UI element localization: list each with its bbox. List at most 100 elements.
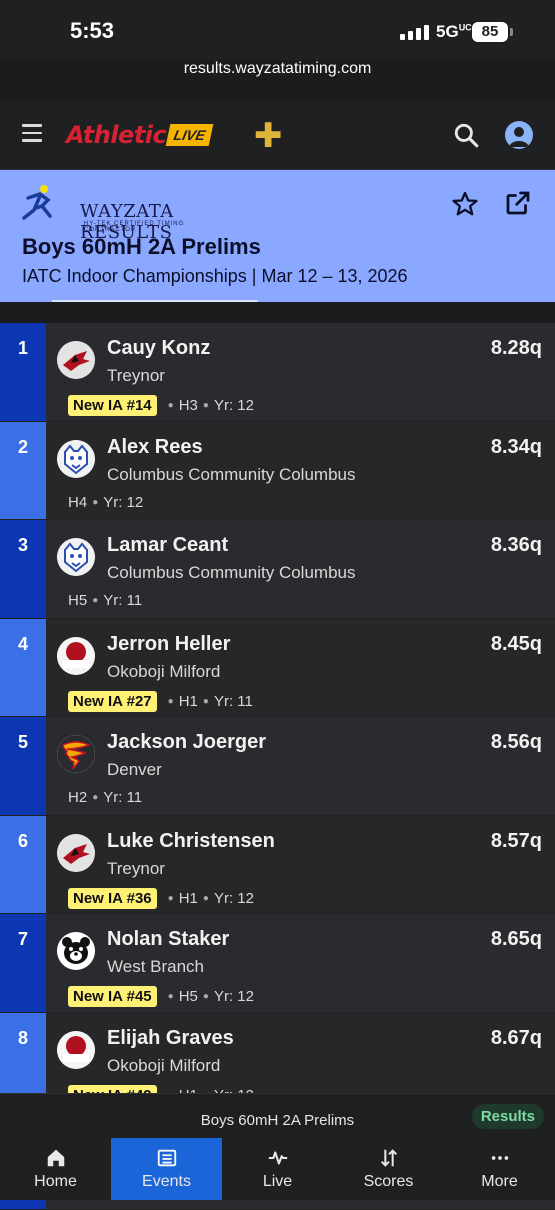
team-logo-icon <box>57 636 95 675</box>
separator-dot: ● <box>92 496 99 508</box>
result-place: 3 <box>0 520 46 618</box>
banner-divider <box>52 300 258 302</box>
result-row[interactable]: 5 Jackson Joerger Denver 8.56q H2 ● Yr: 11 <box>0 717 555 816</box>
separator-dot: ● <box>167 400 174 411</box>
athlete-name[interactable]: Cauy Konz <box>107 337 210 360</box>
athlete-name[interactable]: Nolan Staker <box>107 928 229 951</box>
tab-scores[interactable]: Scores <box>333 1138 444 1200</box>
team-name[interactable]: Denver <box>107 760 162 780</box>
results-button[interactable]: Results <box>471 1104 544 1129</box>
team-name[interactable]: Columbus Community Columbus <box>107 465 355 485</box>
team-logo-icon <box>57 735 95 773</box>
result-row[interactable]: 6 Luke Christensen Treynor 8.57q New IA #36 ●… <box>0 815 555 914</box>
record-badge: New IA #45 <box>68 986 157 1007</box>
tab-events[interactable]: Events <box>111 1138 222 1200</box>
year-label: Yr: 12 <box>213 397 254 414</box>
year-label: Yr: 11 <box>213 692 253 710</box>
result-row[interactable]: 4 Jerron Heller Okoboji Milford 8.45q New IA… <box>0 618 555 717</box>
result-place: 2 <box>0 421 46 519</box>
team-logo-icon <box>57 932 95 970</box>
now-playing-bar[interactable]: Boys 60mH 2A Prelims Results <box>0 1093 555 1138</box>
tab-label: Live <box>262 1173 293 1190</box>
heat-label: H2 <box>68 789 88 806</box>
account-icon[interactable] <box>505 121 533 149</box>
separator-dot: ● <box>92 792 99 803</box>
team-logo-icon <box>57 538 95 576</box>
pulse-icon <box>268 1151 287 1165</box>
result-place: 5 <box>0 717 46 815</box>
result-row[interactable]: 1 Cauy Konz Treynor 8.28q New IA #14 ● H3 ● Yr: … <box>0 323 555 422</box>
team-name[interactable]: Okoboji Milford <box>107 662 220 682</box>
result-meta: H2 ● Yr: 11 <box>68 789 142 806</box>
tab-label: Events <box>142 1173 191 1190</box>
team-name[interactable]: West Branch <box>107 957 204 977</box>
result-place: 4 <box>0 618 46 716</box>
team-logo-icon <box>57 439 95 478</box>
event-subtitle: IATC Indoor Championships | Mar 12 – 13,… <box>22 266 408 286</box>
team-name[interactable]: Treynor <box>107 366 165 386</box>
heat-label: H1 <box>178 692 198 710</box>
result-mark: 8.45q <box>490 632 542 655</box>
result-meta: New IA #45 ● H5 ● Yr: 12 <box>68 986 254 1007</box>
app-bar: Athletic LIVE ✚ <box>0 100 555 170</box>
result-place: 6 <box>0 815 46 913</box>
favorite-star-icon[interactable] <box>451 190 479 218</box>
athlete-name[interactable]: Luke Christensen <box>107 830 275 853</box>
separator-dot: ● <box>202 892 209 904</box>
year-label: Yr: 12 <box>213 889 254 907</box>
search-icon[interactable] <box>453 122 479 148</box>
bottom-tab-bar: Home Events Live Scores More <box>0 1138 555 1200</box>
athlete-name[interactable]: Jerron Heller <box>107 633 230 656</box>
battery-tip <box>510 28 513 36</box>
athletic-live-logo[interactable]: Athletic LIVE <box>66 118 214 152</box>
wayzata-results-sub: HY-TEK CERTIFIED TIMING CONTRACTOR <box>84 221 185 233</box>
tab-live[interactable]: Live <box>222 1138 333 1200</box>
record-badge: New IA #27 <box>68 690 157 712</box>
heat-label: H5 <box>68 592 88 609</box>
tab-more[interactable]: More <box>444 1138 555 1200</box>
network-label: 5GUC <box>436 22 472 42</box>
team-logo-icon <box>57 341 95 379</box>
athlete-name[interactable]: Alex Rees <box>107 436 203 459</box>
team-name[interactable]: Okoboji Milford <box>107 1056 220 1076</box>
result-row[interactable]: 3 Lamar Ceant Columbus Community Columbus 8… <box>0 520 555 619</box>
team-name[interactable]: Columbus Community Columbus <box>107 563 355 583</box>
tab-label: More <box>481 1173 518 1190</box>
result-mark: 8.67q <box>490 1026 542 1049</box>
tab-home[interactable]: Home <box>0 1138 111 1200</box>
more-icon <box>491 1156 508 1160</box>
tab-label: Scores <box>363 1173 414 1190</box>
home-icon <box>47 1149 64 1167</box>
result-place: 7 <box>0 914 46 1012</box>
result-mark: 8.36q <box>490 534 542 556</box>
result-place: 1 <box>0 323 46 421</box>
browser-url[interactable]: results.wayzatatiming.com <box>0 60 555 78</box>
heat-label: H5 <box>178 988 198 1005</box>
menu-icon[interactable] <box>22 124 42 147</box>
team-name[interactable]: Treynor <box>107 859 165 879</box>
signal-icon <box>400 24 429 40</box>
result-mark: 8.57q <box>490 829 542 852</box>
record-badge: New IA #14 <box>68 395 157 416</box>
logo-text: Athletic <box>66 121 167 149</box>
separator-dot: ● <box>202 400 209 411</box>
share-icon[interactable] <box>503 188 533 218</box>
result-meta: New IA #36 ● H1 ● Yr: 12 <box>68 887 254 909</box>
logo-live: LIVE <box>165 124 214 146</box>
separator-dot: ● <box>202 991 209 1002</box>
network-sup: UC <box>458 22 472 33</box>
separator-dot: ● <box>167 892 174 904</box>
athlete-name[interactable]: Jackson Joerger <box>107 731 266 754</box>
year-label: Yr: 12 <box>213 988 254 1005</box>
result-row[interactable]: 7 Nolan Staker West Branch 8.65q New IA #45 ●… <box>0 914 555 1013</box>
athlete-name[interactable]: Elijah Graves <box>107 1027 234 1050</box>
year-label: Yr: 12 <box>103 493 144 511</box>
result-row[interactable]: 2 Alex Rees Columbus Community Columbus 8.3… <box>0 421 555 520</box>
result-mark: 8.34q <box>490 435 542 458</box>
event-title: Boys 60mH 2A Prelims <box>22 234 261 259</box>
result-meta: H4 ● Yr: 12 <box>68 494 143 511</box>
sort-icon <box>380 1149 397 1167</box>
result-meta: New IA #14 ● H3 ● Yr: 12 <box>68 395 254 416</box>
athlete-name[interactable]: Lamar Ceant <box>107 534 228 557</box>
plus-logo-icon[interactable]: ✚ <box>254 116 283 156</box>
